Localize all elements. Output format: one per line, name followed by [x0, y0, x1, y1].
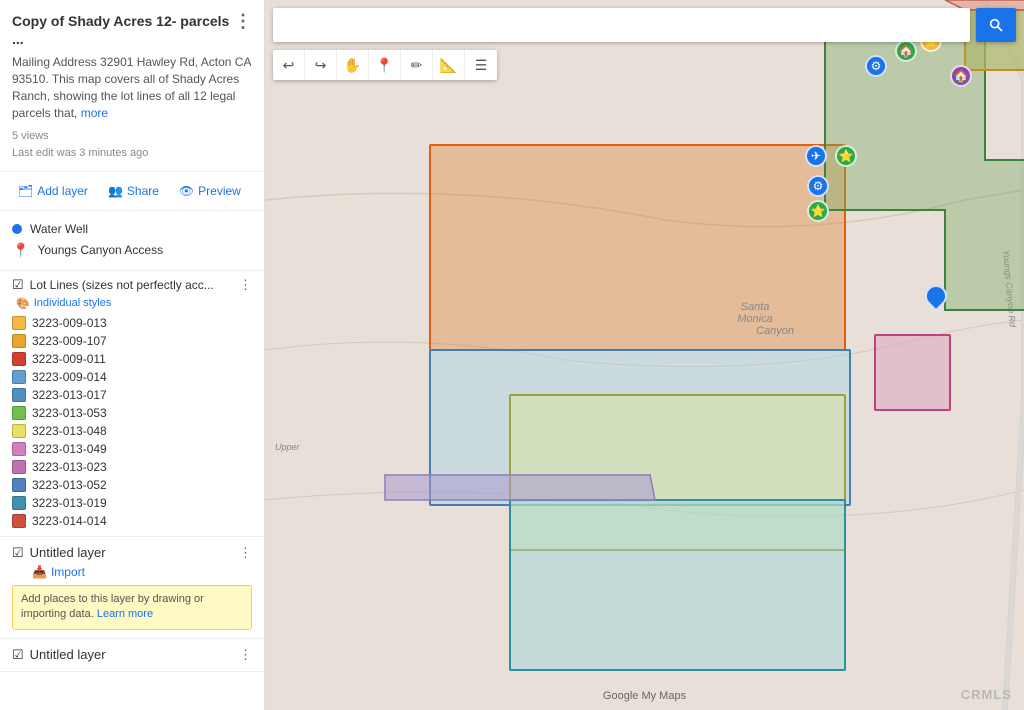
map-tools: ↩ ↪ ✋ 📍 ✏ 📐 ☰: [273, 50, 497, 80]
untitled-layer-1: ☑ Untitled layer ⋮ 📥 Import Add places t…: [0, 537, 264, 639]
marker-green-2[interactable]: ⭐: [835, 145, 857, 167]
learn-more-link[interactable]: Learn more: [97, 608, 153, 620]
marker-green-1[interactable]: 🏠: [895, 40, 917, 62]
map-toolbar: [273, 8, 1016, 42]
list-item: 3223-009-013: [12, 314, 252, 332]
import-icon: 📥: [32, 565, 47, 579]
checkbox-icon[interactable]: ☑: [12, 545, 24, 561]
untitled-layer-1-header: ☑ Untitled layer ⋮: [12, 545, 252, 561]
add-layer-button[interactable]: 🗂 Add layer: [12, 180, 94, 202]
parcel-color: [12, 496, 26, 510]
add-places-tip: Add places to this layer by drawing or i…: [12, 585, 252, 630]
list-item: 3223-009-107: [12, 332, 252, 350]
parcel-color: [12, 370, 26, 384]
parcels-svg: Santa Monica Canyon: [265, 0, 1024, 710]
map-title-menu-icon[interactable]: ⋮: [234, 12, 252, 30]
measure-tool[interactable]: 📐: [433, 50, 465, 80]
share-icon: 👥: [108, 184, 123, 198]
list-item: 3223-013-053: [12, 404, 252, 422]
parcel-list: 3223-009-013 3223-009-107 3223-009-011 3…: [12, 314, 252, 530]
svg-text:Monica: Monica: [737, 313, 772, 325]
water-well-icon: [12, 224, 22, 234]
checkbox-icon[interactable]: ☑: [12, 647, 24, 663]
marker-tool[interactable]: 📍: [369, 50, 401, 80]
parcel-color: [12, 478, 26, 492]
pin-icon: 📍: [12, 242, 29, 259]
lot-lines-layer: ☑ Lot Lines (sizes not perfectly acc... …: [0, 271, 264, 537]
list-item: 3223-013-049: [12, 440, 252, 458]
map-title-text: Copy of Shady Acres 12- parcels ...: [12, 12, 230, 48]
map-title: Copy of Shady Acres 12- parcels ... ⋮: [12, 12, 252, 48]
search-input[interactable]: [273, 8, 970, 42]
list-item: 3223-014-014: [12, 512, 252, 530]
lot-lines-title: ☑ Lot Lines (sizes not perfectly acc...: [12, 277, 214, 293]
list-item: 3223-013-019: [12, 494, 252, 512]
eye-icon: 👁: [179, 184, 194, 198]
lot-lines-menu-icon[interactable]: ⋮: [239, 277, 252, 293]
parcel-color: [12, 352, 26, 366]
lot-lines-header: ☑ Lot Lines (sizes not perfectly acc... …: [12, 277, 252, 293]
import-button[interactable]: 📥 Import: [32, 565, 252, 579]
untitled-layer-2: ☑ Untitled layer ⋮: [0, 639, 264, 672]
parcel-color: [12, 424, 26, 438]
sidebar-header: Copy of Shady Acres 12- parcels ... ⋮ Ma…: [0, 0, 264, 172]
parcel-color: [12, 388, 26, 402]
preview-button[interactable]: 👁 Preview: [173, 180, 247, 202]
description-more-link[interactable]: more: [81, 106, 108, 120]
list-item: 3223-009-014: [12, 368, 252, 386]
sidebar-actions: 🗂 Add layer 👥 Share 👁 Preview: [0, 172, 264, 211]
sidebar: Copy of Shady Acres 12- parcels ... ⋮ Ma…: [0, 0, 265, 710]
list-item: 3223-013-017: [12, 386, 252, 404]
parcel-color: [12, 406, 26, 420]
untitled-layer-2-title: ☑ Untitled layer: [12, 647, 106, 663]
individual-styles-label: 🎨 Individual styles: [16, 297, 252, 310]
untitled-layer-1-menu-icon[interactable]: ⋮: [239, 545, 252, 561]
map-meta: 5 views Last edit was 3 minutes ago: [12, 128, 252, 163]
hand-tool[interactable]: ✋: [337, 50, 369, 80]
marker-blue-3[interactable]: ⚙: [807, 175, 829, 197]
undo-tool[interactable]: ↩: [273, 50, 305, 80]
parcel-color: [12, 334, 26, 348]
redo-tool[interactable]: ↪: [305, 50, 337, 80]
marker-blue-2[interactable]: ✈: [805, 145, 827, 167]
map-footer: Google My Maps: [603, 690, 686, 702]
parcel-color: [12, 316, 26, 330]
untitled-layer-2-header: ☑ Untitled layer ⋮: [12, 647, 252, 663]
draw-tool[interactable]: ✏: [401, 50, 433, 80]
search-button[interactable]: [976, 8, 1016, 42]
list-item: 3223-013-052: [12, 476, 252, 494]
svg-text:Santa: Santa: [741, 301, 770, 313]
simple-layer-section: Water Well 📍 Youngs Canyon Access: [0, 211, 264, 271]
marker-blue-1[interactable]: ⚙: [865, 55, 887, 77]
list-item: 📍 Youngs Canyon Access: [12, 239, 252, 262]
svg-text:Canyon: Canyon: [756, 325, 794, 337]
list-item: 3223-013-048: [12, 422, 252, 440]
marker-green-3[interactable]: ⭐: [807, 200, 829, 222]
menu-tool[interactable]: ☰: [465, 50, 497, 80]
style-icon: 🎨: [16, 297, 30, 310]
list-item: Water Well: [12, 219, 252, 239]
parcel-color: [12, 514, 26, 528]
parcel-color: [12, 442, 26, 456]
crmls-watermark: CRMLS: [961, 687, 1012, 702]
untitled-layer-2-menu-icon[interactable]: ⋮: [239, 647, 252, 663]
map-description: Mailing Address 32901 Hawley Rd, Acton C…: [12, 54, 252, 121]
add-layer-icon: 🗂: [18, 184, 33, 198]
map-area[interactable]: Youngs Canyon Rd Upper Santa Monica Cany…: [265, 0, 1024, 710]
list-item: 3223-009-011: [12, 350, 252, 368]
share-button[interactable]: 👥 Share: [102, 180, 165, 202]
untitled-layer-1-title: ☑ Untitled layer: [12, 545, 106, 561]
parcel-color: [12, 460, 26, 474]
marker-purple-1[interactable]: 🏠: [950, 65, 972, 87]
list-item: 3223-013-023: [12, 458, 252, 476]
checkbox-icon[interactable]: ☑: [12, 277, 24, 293]
